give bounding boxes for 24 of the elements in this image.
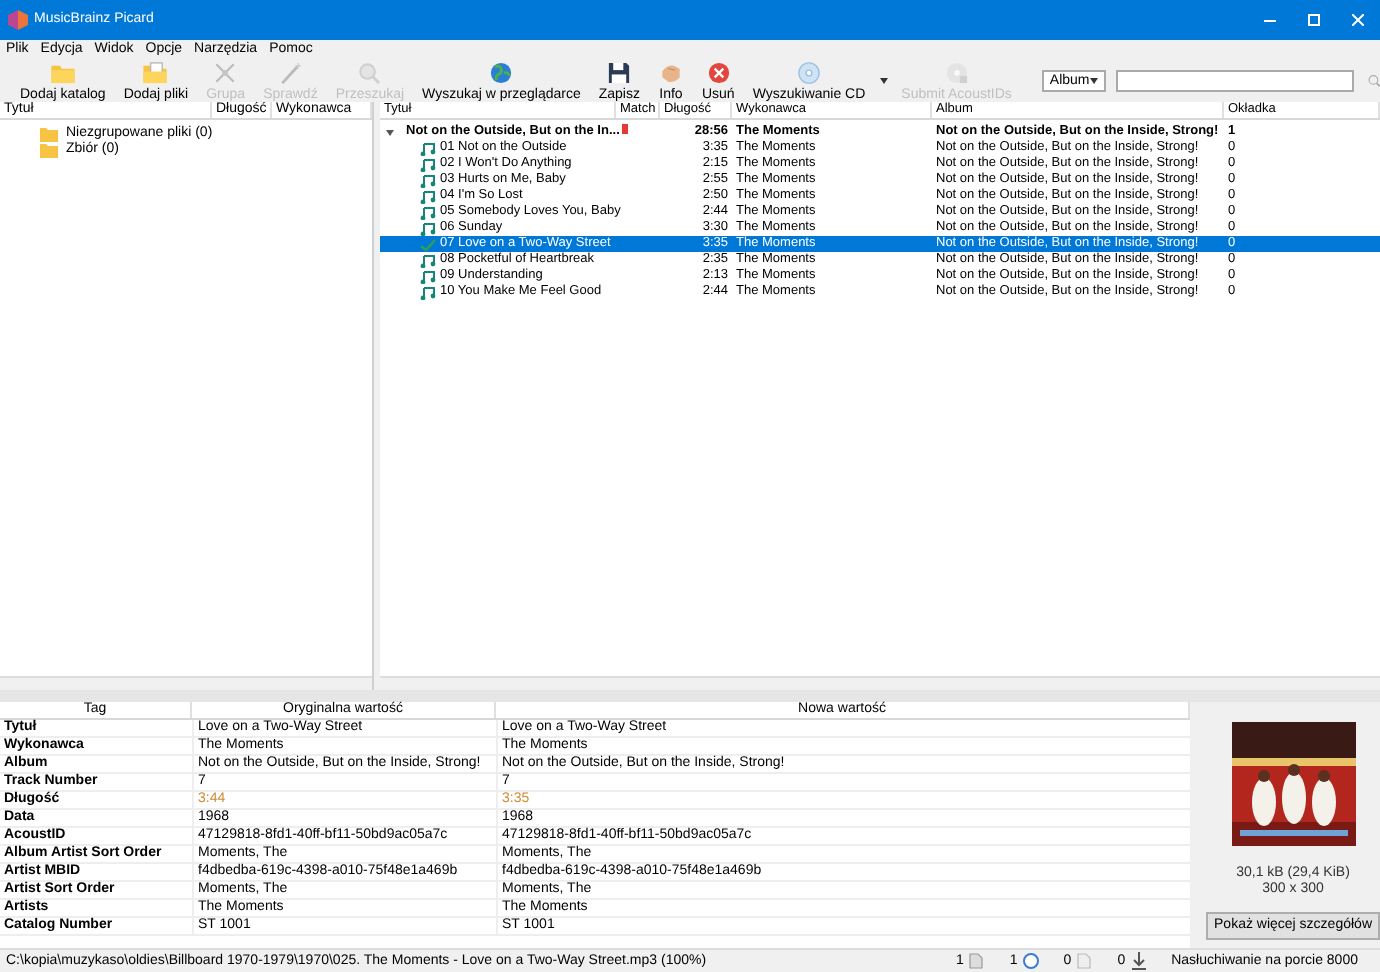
- globe-icon: [488, 59, 515, 85]
- horizontal-scrollbar[interactable]: [0, 676, 372, 690]
- disc-icon: [943, 59, 970, 85]
- wand-icon: [277, 59, 304, 85]
- magnifier-icon: [356, 59, 383, 85]
- expand-arrow-icon[interactable]: [386, 129, 394, 135]
- folder-icon: [142, 59, 169, 85]
- cross-icon: [212, 59, 239, 85]
- horizontal-scrollbar[interactable]: [380, 676, 1380, 690]
- vertical-scrollbar[interactable]: [1190, 702, 1207, 948]
- match-meter-icon: [622, 124, 628, 134]
- search-icon[interactable]: [1367, 70, 1380, 92]
- app-logo-icon: [8, 10, 28, 30]
- dropdown-arrow-icon[interactable]: [879, 78, 888, 84]
- remove-icon: [705, 59, 732, 85]
- check-icon: [420, 237, 436, 251]
- maximize-icon[interactable]: [1308, 14, 1320, 26]
- caret-icon: [1089, 78, 1098, 84]
- close-icon[interactable]: [1352, 14, 1364, 26]
- minimize-icon[interactable]: [1264, 19, 1276, 21]
- disc-icon: [796, 59, 822, 85]
- download-icon: [1129, 952, 1148, 970]
- search-field[interactable]: [1115, 70, 1354, 92]
- disc-icon: [1021, 952, 1040, 970]
